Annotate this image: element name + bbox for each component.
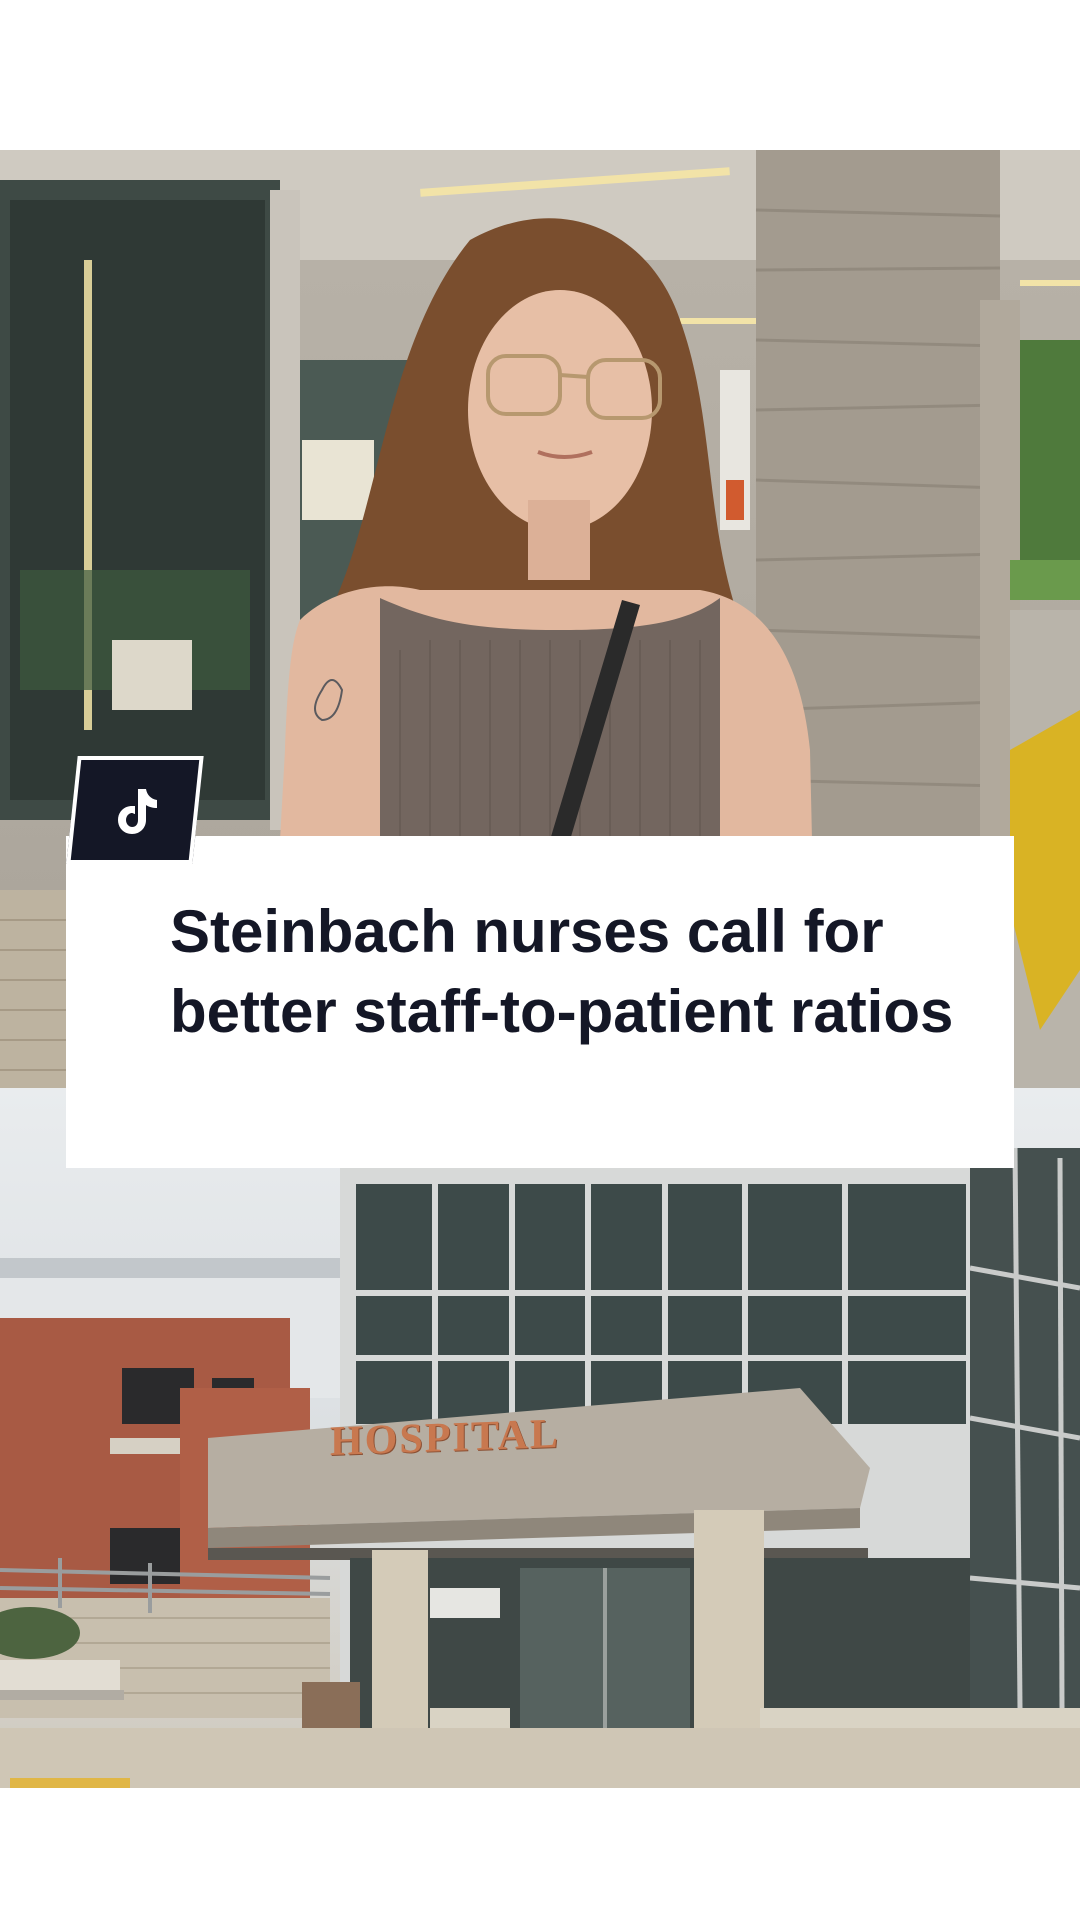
tiktok-badge bbox=[66, 756, 204, 864]
headline: Steinbach nurses call for better staff-t… bbox=[170, 898, 954, 1045]
tiktok-logo-icon bbox=[118, 789, 157, 834]
hospital-sign-text: HOSPITAL bbox=[330, 1410, 560, 1466]
hospital-entrance-photo: HOSPITAL bbox=[0, 1088, 1080, 1788]
headline-card: Steinbach nurses call for better staff-t… bbox=[66, 836, 1014, 1168]
